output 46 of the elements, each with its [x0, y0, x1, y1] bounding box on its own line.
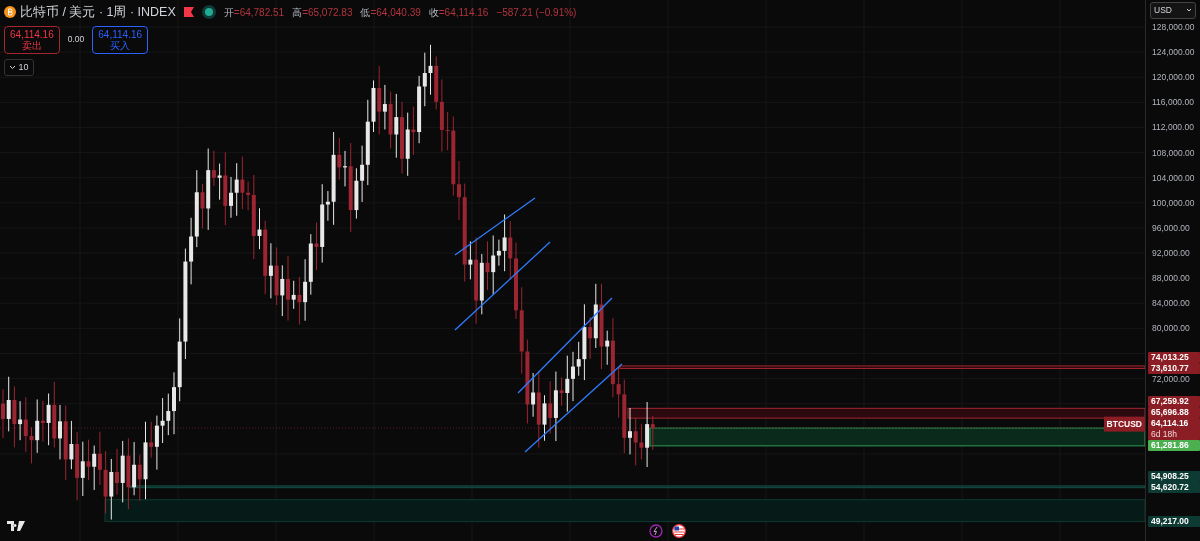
- currency-dropdown[interactable]: USD: [1150, 2, 1196, 19]
- ohlc-label: 低: [360, 5, 371, 20]
- indicators-toggle[interactable]: 10: [4, 58, 34, 77]
- flag-icon[interactable]: [672, 524, 686, 538]
- price-change: −587.21 (−0.91%): [496, 5, 577, 20]
- axis-tick: 116,000.00: [1152, 95, 1194, 109]
- price-label: 67,259.92: [1148, 396, 1200, 408]
- axis-tick: 96,000.00: [1152, 221, 1190, 235]
- price-label: 49,217.00: [1148, 516, 1200, 528]
- axis-tick: 88,000.00: [1152, 271, 1190, 285]
- logo-icon[interactable]: [7, 521, 25, 531]
- axis-tick: 108,000.00: [1152, 146, 1195, 159]
- price-label: 74,013.25: [1148, 351, 1200, 363]
- ohlc-label: 收: [428, 5, 439, 20]
- symbol-label: BTCUSD: [1103, 416, 1145, 432]
- buy-button[interactable]: 64,114.16 买入: [92, 25, 149, 54]
- coin-icon: [4, 6, 16, 19]
- spread-value: 0.00: [67, 33, 85, 47]
- axis-tick: 92,000.00: [1152, 246, 1190, 260]
- status-icon: [201, 5, 216, 20]
- axis-tick: 84,000.00: [1152, 296, 1190, 310]
- price-label: 54,908.25: [1148, 471, 1200, 483]
- ohlc-value: =64,040.39: [370, 5, 421, 20]
- axis-tick: 124,000.00: [1152, 45, 1195, 59]
- ohlc-value: =64,782.51: [233, 5, 285, 20]
- axis-tick: 128,000.00: [1152, 20, 1195, 34]
- price-label: 61,281.86: [1148, 440, 1200, 452]
- chart-title[interactable]: 比特币 / 美元 · 1周 · INDEX: [20, 3, 176, 22]
- axis-tick: 120,000.00: [1152, 70, 1195, 84]
- axis-tick: 72,000.00: [1152, 373, 1190, 385]
- chevron-icon: [1186, 8, 1192, 13]
- axis-tick: 100,000.00: [1152, 196, 1195, 210]
- lightning-icon[interactable]: [649, 524, 663, 538]
- ohlc-value: =64,114.16: [438, 5, 489, 20]
- ohlc-label: 开: [223, 5, 234, 20]
- axis-tick: 104,000.00: [1152, 171, 1195, 185]
- ohlc-label: 高: [292, 5, 303, 20]
- chevron-icon: [9, 64, 16, 70]
- axis-tick: 112,000.00: [1152, 121, 1194, 134]
- price-label: 73,610.77: [1148, 362, 1200, 374]
- price-label: 64,114.16 6d 18h: [1148, 418, 1200, 441]
- axis-tick: 80,000.00: [1152, 321, 1190, 335]
- sell-button[interactable]: 64,114.16 卖出: [4, 25, 60, 54]
- ohlc-value: =65,072.83: [302, 5, 353, 20]
- price-label: 65,696.88: [1148, 407, 1200, 419]
- price-label: 54,620.72: [1148, 482, 1200, 494]
